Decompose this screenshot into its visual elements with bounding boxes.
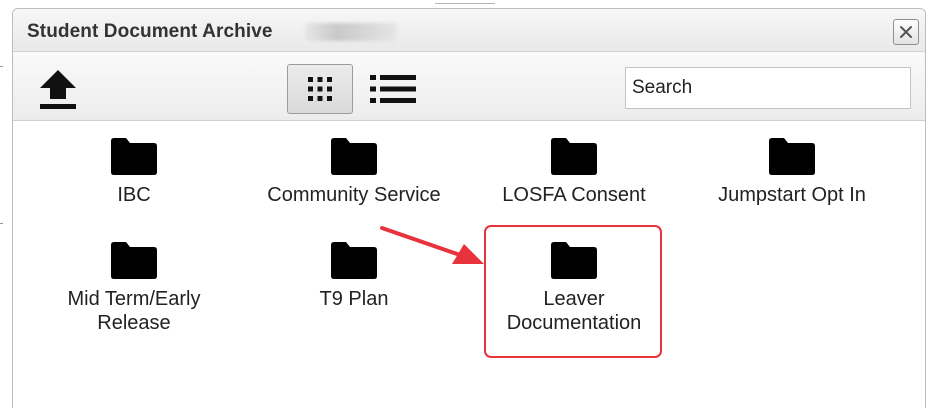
folder-community-service[interactable]: Community Service [249, 137, 459, 207]
grid-view-button[interactable] [287, 64, 353, 114]
folder-icon [769, 138, 815, 175]
folder-icon [551, 138, 597, 175]
folder-mid-term-early-release[interactable]: Mid Term/Early Release [29, 241, 239, 335]
folder-leaver-documentation[interactable]: Leaver Documentation [469, 241, 679, 335]
redacted-student-id [305, 23, 397, 41]
upload-arrow-icon [40, 70, 76, 109]
folder-icon [331, 242, 377, 279]
window-titlebar: Student Document Archive [13, 9, 925, 52]
background-edge-mark [0, 66, 3, 67]
folder-label: IBC [117, 184, 151, 206]
folder-ibc[interactable]: IBC [29, 137, 239, 207]
folder-label: Community Service [267, 184, 441, 206]
background-edge-mark [0, 223, 3, 224]
close-button[interactable] [893, 19, 919, 45]
upload-button[interactable] [35, 66, 81, 112]
close-icon [900, 26, 912, 38]
folder-label: Jumpstart Opt In [718, 184, 866, 206]
folder-icon [331, 138, 377, 175]
grid-view-icon [308, 77, 332, 101]
page: Student Document Archive Search IBC Comm… [0, 0, 927, 408]
list-view-icon [370, 75, 416, 103]
folder-label: LOSFA Consent [502, 184, 646, 206]
folder-label: T9 Plan [319, 288, 389, 310]
folder-label: Leaver Documentation [506, 288, 642, 334]
folder-grid: IBC Community Service LOSFA Consent Jump… [13, 121, 925, 408]
folder-losfa-consent[interactable]: LOSFA Consent [469, 137, 679, 207]
search-input[interactable] [625, 67, 911, 109]
folder-icon [111, 138, 157, 175]
folder-icon [551, 242, 597, 279]
folder-label: Mid Term/Early Release [67, 288, 201, 334]
list-view-button[interactable] [363, 64, 423, 114]
archive-toolbar [13, 52, 925, 121]
folder-icon [111, 242, 157, 279]
window-title: Student Document Archive [27, 21, 273, 42]
folder-t9-plan[interactable]: T9 Plan [249, 241, 459, 311]
background-edge-mark [435, 3, 495, 4]
folder-jumpstart-opt-in[interactable]: Jumpstart Opt In [687, 137, 897, 207]
document-archive-window: Student Document Archive Search IBC Comm… [12, 8, 926, 408]
